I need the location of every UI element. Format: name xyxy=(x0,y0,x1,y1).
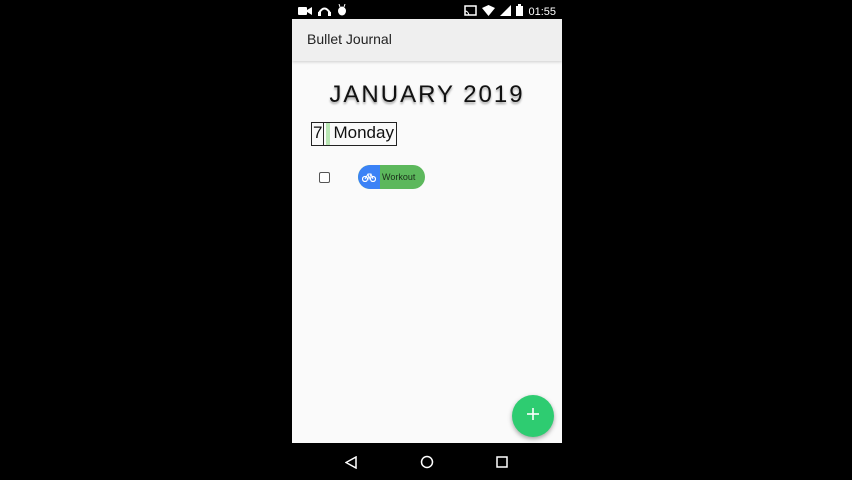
day-number: 7 xyxy=(312,123,325,145)
app-title: Bullet Journal xyxy=(307,31,392,47)
day-name: Monday xyxy=(333,123,394,142)
recents-icon[interactable] xyxy=(494,454,510,470)
app-bar: Bullet Journal xyxy=(292,19,562,61)
task-row: Workout xyxy=(318,165,468,190)
add-entry-button[interactable] xyxy=(512,395,554,437)
app-screen: Bullet Journal JANUARY 2019 7 Monday Wor… xyxy=(292,19,562,443)
back-icon[interactable] xyxy=(343,454,359,470)
home-icon[interactable] xyxy=(419,454,435,470)
month-title: JANUARY 2019 xyxy=(329,81,525,108)
status-bar: 01:55 xyxy=(292,0,562,19)
plus-icon xyxy=(527,407,539,425)
nav-bar xyxy=(292,443,562,480)
status-time: 01:55 xyxy=(528,5,556,18)
tag-label: Workout xyxy=(382,172,416,182)
bicycle-icon xyxy=(358,165,380,189)
phone-screen: 01:55 Bullet Journal JANUARY 2019 7 Mond… xyxy=(292,0,562,480)
workout-tag-chip[interactable]: Workout xyxy=(358,165,425,189)
day-header[interactable]: 7 Monday xyxy=(311,122,397,146)
task-checkbox[interactable] xyxy=(319,172,330,183)
